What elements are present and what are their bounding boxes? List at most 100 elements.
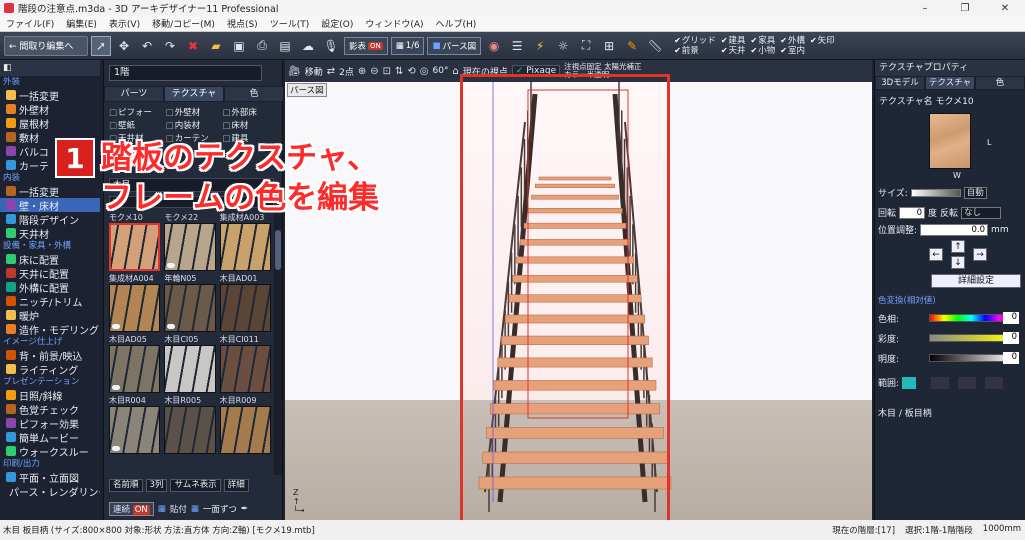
menu-viewpoint[interactable]: 視点(S): [221, 17, 264, 30]
move-icon[interactable]: ✥: [114, 36, 134, 56]
nav-item[interactable]: ライティング: [0, 362, 100, 377]
texture-swatch[interactable]: 木目R009: [219, 395, 271, 454]
check-foreground[interactable]: 前景: [674, 46, 716, 56]
texture-swatch[interactable]: 木目R004: [109, 395, 161, 454]
texture-swatch[interactable]: 木目AD05: [109, 334, 161, 393]
check-interior[interactable]: 室内: [780, 46, 805, 56]
open-folder-icon[interactable]: ▰: [206, 36, 226, 56]
arrow-right-icon[interactable]: →: [973, 248, 987, 261]
texture-swatch[interactable]: 木目CI05: [164, 334, 216, 393]
check-ceiling[interactable]: 天井: [721, 46, 746, 56]
minimize-icon[interactable]: –: [905, 0, 945, 16]
nav-item[interactable]: 一括変更: [0, 88, 100, 103]
perspective-select[interactable]: ■ パース図: [427, 36, 482, 55]
zoom-out-icon[interactable]: ⊖: [370, 66, 378, 77]
menu-settings[interactable]: 設定(O): [315, 17, 359, 30]
swatch-scrollbar[interactable]: [274, 210, 282, 475]
nav-item[interactable]: 外壁材: [0, 102, 100, 117]
arrow-left-icon[interactable]: ←: [929, 248, 943, 261]
arrow-up-icon[interactable]: ↑: [951, 240, 965, 253]
flip-select[interactable]: なし: [961, 206, 1002, 219]
close-icon[interactable]: ✕: [985, 0, 1025, 16]
fit-view-icon[interactable]: ⛶: [576, 36, 596, 56]
nav-item[interactable]: ピフォー効果: [0, 416, 100, 431]
menu-help[interactable]: ヘルプ(H): [430, 17, 483, 30]
size-auto-select[interactable]: 自動: [963, 186, 987, 199]
nav-item[interactable]: ニッチ/トリム: [0, 294, 100, 309]
target-icon[interactable]: ◎: [420, 66, 429, 77]
nav-item[interactable]: 屋根材: [0, 116, 100, 131]
sort-select[interactable]: 名前順: [109, 478, 143, 492]
brightness-slider[interactable]: [929, 354, 1014, 362]
texture-swatch[interactable]: 木目R005: [164, 395, 216, 454]
two-point-label[interactable]: 2点: [339, 65, 354, 78]
viewpoint-icon[interactable]: ⌂: [452, 66, 458, 77]
columns-select[interactable]: 3列: [145, 478, 168, 492]
range-swatch-1[interactable]: [931, 376, 950, 389]
category-item[interactable]: 外部床: [222, 106, 279, 118]
zoom-scale-select[interactable]: ▦ 1/6: [390, 36, 425, 55]
category-item[interactable]: 床材: [222, 119, 279, 131]
menu-move-copy[interactable]: 移動/コピー(M): [146, 17, 221, 30]
nav-item[interactable]: 床に配置: [0, 252, 100, 267]
check-fittings[interactable]: 建具: [721, 36, 746, 46]
category-item[interactable]: 壁紙: [109, 119, 166, 131]
move-label[interactable]: 移動: [305, 65, 323, 78]
check-furniture[interactable]: 家具: [751, 36, 775, 46]
size-slider[interactable]: [910, 188, 961, 197]
range-eyedropper-icon[interactable]: [902, 376, 917, 389]
texture-swatch[interactable]: モクメ22: [164, 212, 216, 271]
tab-color[interactable]: 色: [224, 86, 284, 102]
range-swatch-3[interactable]: [985, 376, 1004, 389]
nav-item[interactable]: 天井材: [0, 226, 100, 241]
nav-item[interactable]: 平面・立面図: [0, 470, 100, 485]
print-icon[interactable]: ⎙: [252, 36, 272, 56]
menu-tools[interactable]: ツール(T): [264, 17, 316, 30]
menu-view[interactable]: 表示(V): [103, 17, 146, 30]
detail-settings-button[interactable]: 詳細設定: [931, 274, 1021, 288]
saturation-input[interactable]: 0: [1003, 332, 1019, 344]
range-swatch-2[interactable]: [958, 376, 977, 389]
nav-item[interactable]: 背・前景/映込: [0, 348, 100, 363]
tab-color-prop[interactable]: 色: [975, 76, 1025, 90]
menu-file[interactable]: ファイル(F): [0, 17, 60, 30]
zoom-fit-icon[interactable]: ⊡: [383, 66, 391, 77]
texture-swatch[interactable]: 集成材A004: [109, 273, 161, 332]
camera-icon[interactable]: ▤: [275, 36, 295, 56]
rotate-input[interactable]: 0: [899, 206, 926, 219]
category-item[interactable]: 内装材: [166, 119, 223, 131]
check-exterior[interactable]: 外構: [780, 36, 805, 46]
two-point-icon[interactable]: ⇄: [327, 66, 335, 77]
brightness-input[interactable]: 0: [1003, 352, 1019, 364]
category-item[interactable]: 外壁材: [166, 106, 223, 118]
texture-swatch[interactable]: 年輪N05: [164, 273, 216, 332]
paste-grid-icon[interactable]: ▦: [158, 504, 166, 514]
eyedropper-icon[interactable]: ✒: [241, 504, 248, 514]
menu-window[interactable]: ウィンドウ(A): [359, 17, 429, 30]
arrow-down-icon[interactable]: ↓: [951, 256, 965, 269]
thumbnail-check[interactable]: サムネ表示: [170, 478, 221, 492]
render-material-icon[interactable]: ◉: [484, 36, 504, 56]
nav-item[interactable]: 天井に配置: [0, 266, 100, 281]
batch-label[interactable]: 一面ずつ: [203, 503, 237, 515]
continuous-toggle[interactable]: 連続 ON: [109, 502, 154, 516]
tab-texture[interactable]: テクスチャ: [164, 86, 224, 102]
floor-select[interactable]: 1階: [109, 65, 262, 81]
nav-item[interactable]: パース・レンダリング: [0, 484, 100, 499]
rotate-view-icon[interactable]: ⟲: [407, 66, 415, 77]
check-arrow[interactable]: 矢印: [810, 36, 835, 46]
saturation-slider[interactable]: [929, 334, 1014, 342]
undo-icon[interactable]: ↶: [137, 36, 157, 56]
back-to-floorplan-button[interactable]: ← 間取り編集へ: [4, 35, 88, 56]
nav-item[interactable]: 外構に配置: [0, 280, 100, 295]
check-sun-correct[interactable]: 太陽光補正: [604, 62, 642, 71]
texture-swatch[interactable]: 木目CI011: [219, 334, 271, 393]
check-grid[interactable]: グリッド: [674, 36, 716, 46]
nav-item[interactable]: 造作・モデリング: [0, 322, 100, 337]
texture-swatch[interactable]: 集成材A003: [219, 212, 271, 271]
zoom-in-icon[interactable]: ⊕: [358, 66, 366, 77]
position-input[interactable]: 0.0: [920, 223, 989, 236]
measure-icon[interactable]: 📏︎: [645, 36, 665, 56]
nav-item[interactable]: 色覚チェック: [0, 402, 100, 417]
redo-icon[interactable]: ↷: [160, 36, 180, 56]
